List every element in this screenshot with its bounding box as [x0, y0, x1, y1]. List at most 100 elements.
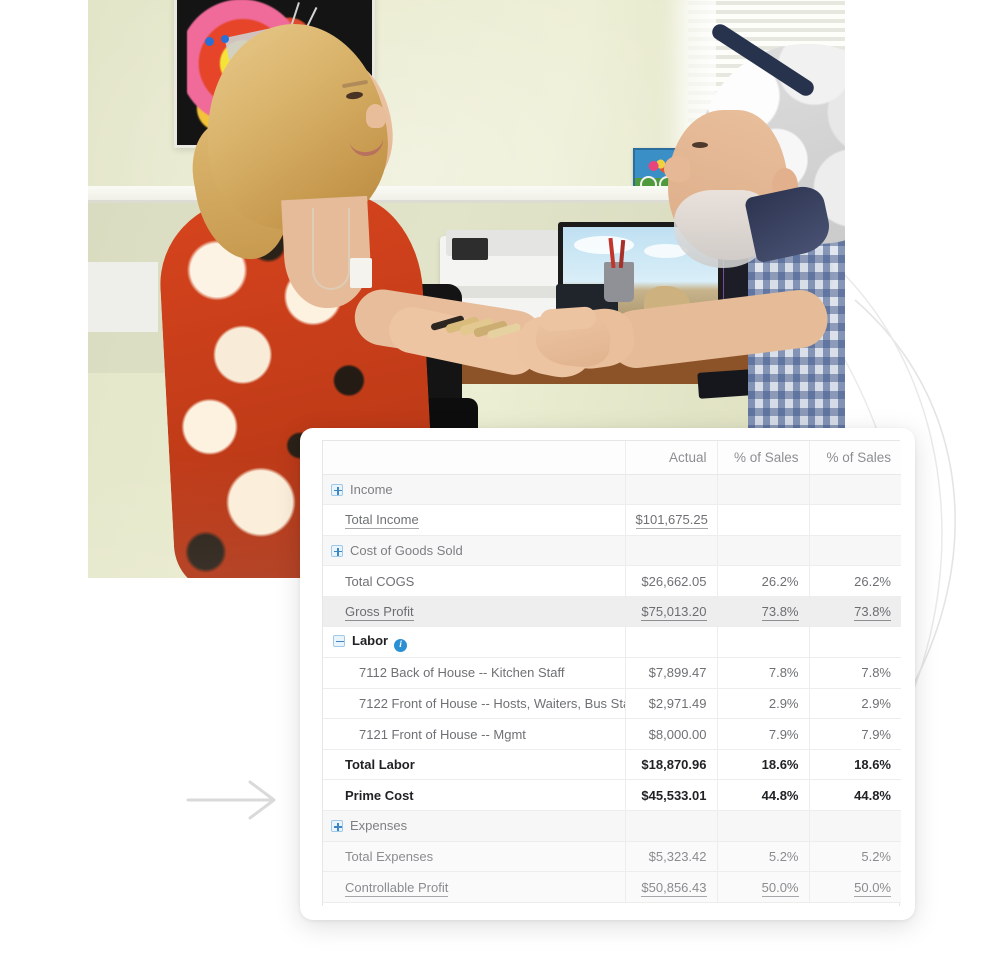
- cell-value: 50.0%: [854, 879, 891, 897]
- cell-value: 18.6%: [854, 757, 891, 773]
- row-actual-cell: $45,533.01: [625, 779, 718, 812]
- cell-value: 7.9%: [768, 726, 799, 742]
- row-pct-of-sales-1-cell: 7.9%: [717, 718, 810, 750]
- plus-box-icon[interactable]: [331, 544, 343, 557]
- row-pct-of-sales-2-cell: [809, 626, 901, 659]
- cell-value: 5.2%: [768, 848, 799, 864]
- row-pct-of-sales-2-cell: 7.9%: [809, 718, 901, 750]
- table-row[interactable]: Expenses: [323, 810, 901, 842]
- cell-value: 26.2%: [761, 573, 799, 589]
- row-label-cell: Prime Cost: [323, 779, 626, 812]
- row-actual-cell: $2,971.49: [625, 688, 718, 720]
- row-pct-of-sales-2-cell: 18.6%: [809, 749, 901, 781]
- table-row[interactable]: Cost of Goods Sold: [323, 535, 901, 567]
- row-label-cell: Gross Profit: [323, 596, 626, 628]
- row-pct-of-sales-2-cell: 26.2%: [809, 565, 901, 597]
- row-label-text: Total COGS: [345, 573, 415, 589]
- row-label-text: 7112 Back of House -- Kitchen Staff: [359, 665, 565, 681]
- cell-value: $50,856.43: [641, 879, 707, 897]
- row-pct-of-sales-2-cell: 7.8%: [809, 657, 901, 689]
- row-pct-of-sales-1-cell: 18.6%: [717, 749, 810, 781]
- plus-box-icon[interactable]: [331, 820, 343, 833]
- row-pct-of-sales-2-cell: [809, 535, 901, 567]
- row-actual-cell: [625, 474, 718, 506]
- row-pct-of-sales-1-cell: [717, 626, 810, 659]
- row-label-text: 7121 Front of House -- Mgmt: [359, 726, 526, 742]
- row-pct-of-sales-1-cell: [717, 504, 810, 536]
- column-header-label[interactable]: [323, 441, 626, 475]
- row-label-text: Total Expenses: [345, 848, 434, 864]
- row-pct-of-sales-2-cell: 5.2%: [809, 841, 901, 873]
- cell-value: 44.8%: [854, 787, 891, 803]
- cell-value: 5.2%: [861, 848, 891, 864]
- row-pct-of-sales-1-cell: 44.8%: [717, 779, 810, 812]
- row-label-text: Cost of Goods Sold: [350, 542, 463, 558]
- row-label-text: Prime Cost: [345, 787, 414, 803]
- row-pct-of-sales-1-cell: [717, 535, 810, 567]
- row-label-text: Total Labor: [345, 757, 415, 773]
- table-row[interactable]: 7121 Front of House -- Mgmt $8,000.00 7.9%…: [323, 718, 901, 750]
- cell-value: $8,000.00: [648, 726, 707, 742]
- row-actual-cell: $101,675.25: [625, 504, 718, 536]
- page-root: Actual % of Sales % of Sales Income Total…: [0, 0, 1000, 962]
- minus-box-icon[interactable]: [333, 634, 345, 647]
- cell-value: $45,533.01: [641, 787, 707, 803]
- table-row[interactable]: Total Labor $18,870.96 18.6% 18.6%: [323, 749, 901, 781]
- table-row[interactable]: Labor i: [323, 626, 901, 659]
- row-pct-of-sales-1-cell: 2.9%: [717, 688, 810, 720]
- row-pct-of-sales-1-cell: 26.2%: [717, 565, 810, 597]
- table-body: Income Total Income $101,675.25 Cost of Goo…: [323, 474, 901, 903]
- row-actual-cell: $7,899.47: [625, 657, 718, 689]
- row-actual-cell: $26,662.05: [625, 565, 718, 597]
- row-pct-of-sales-1-cell: 7.8%: [717, 657, 810, 689]
- cell-value: 7.8%: [768, 665, 799, 681]
- row-pct-of-sales-1-cell: 50.0%: [717, 871, 810, 903]
- table-row[interactable]: Controllable Profit $50,856.43 50.0% 50.0%: [323, 871, 901, 903]
- table-row[interactable]: Prime Cost $45,533.01 44.8% 44.8%: [323, 779, 901, 812]
- row-label-cell: Total Income: [323, 504, 626, 536]
- row-label-cell: Total COGS: [323, 565, 626, 597]
- column-header-pct-of-sales-1[interactable]: % of Sales: [717, 441, 810, 475]
- cell-value: $2,971.49: [648, 695, 707, 711]
- cell-value: $101,675.25: [635, 512, 708, 530]
- column-header-pct-of-sales-2[interactable]: % of Sales: [809, 441, 901, 475]
- cell-value: 44.8%: [761, 787, 799, 803]
- column-header-actual[interactable]: Actual: [625, 441, 718, 475]
- plus-box-icon[interactable]: [331, 483, 343, 496]
- row-pct-of-sales-1-cell: [717, 474, 810, 506]
- row-actual-cell: $8,000.00: [625, 718, 718, 750]
- cell-value: $18,870.96: [641, 757, 707, 773]
- table-header-row: Actual % of Sales % of Sales: [323, 441, 901, 475]
- row-label-text: 7122 Front of House -- Hosts, Waiters, B…: [359, 695, 625, 711]
- row-pct-of-sales-1-cell: 73.8%: [717, 596, 810, 628]
- table-row[interactable]: Total COGS $26,662.05 26.2% 26.2%: [323, 565, 901, 597]
- cell-value: 73.8%: [761, 604, 799, 622]
- table-row[interactable]: Total Expenses $5,323.42 5.2% 5.2%: [323, 841, 901, 873]
- row-pct-of-sales-2-cell: [809, 810, 901, 842]
- row-pct-of-sales-2-cell: 73.8%: [809, 596, 901, 628]
- row-label-cell: Cost of Goods Sold: [323, 535, 626, 567]
- row-actual-cell: $50,856.43: [625, 871, 718, 903]
- cell-value: 50.0%: [761, 879, 799, 897]
- cell-value: 2.9%: [768, 695, 799, 711]
- row-label-text: Expenses: [350, 818, 408, 834]
- row-label-text: Labor: [352, 632, 389, 648]
- table-row[interactable]: Gross Profit $75,013.20 73.8% 73.8%: [323, 596, 901, 628]
- row-label-cell: Total Labor: [323, 749, 626, 781]
- row-pct-of-sales-2-cell: 44.8%: [809, 779, 901, 812]
- cell-value: $5,323.42: [648, 848, 707, 864]
- cell-value: $75,013.20: [641, 604, 707, 622]
- row-pct-of-sales-1-cell: 5.2%: [717, 841, 810, 873]
- profit-and-loss-report-card: Actual % of Sales % of Sales Income Total…: [300, 428, 915, 920]
- table-row[interactable]: 7112 Back of House -- Kitchen Staff $7,89…: [323, 657, 901, 689]
- row-pct-of-sales-1-cell: [717, 810, 810, 842]
- table-row[interactable]: Total Income $101,675.25: [323, 504, 901, 536]
- row-label-cell: Expenses: [323, 810, 626, 842]
- table-row[interactable]: 7122 Front of House -- Hosts, Waiters, B…: [323, 688, 901, 720]
- info-circle-icon[interactable]: i: [394, 638, 408, 652]
- row-pct-of-sales-2-cell: [809, 504, 901, 536]
- table-row[interactable]: Income: [323, 474, 901, 506]
- row-pct-of-sales-2-cell: 2.9%: [809, 688, 901, 720]
- row-label-cell: Controllable Profit: [323, 871, 626, 903]
- row-pct-of-sales-2-cell: [809, 474, 901, 506]
